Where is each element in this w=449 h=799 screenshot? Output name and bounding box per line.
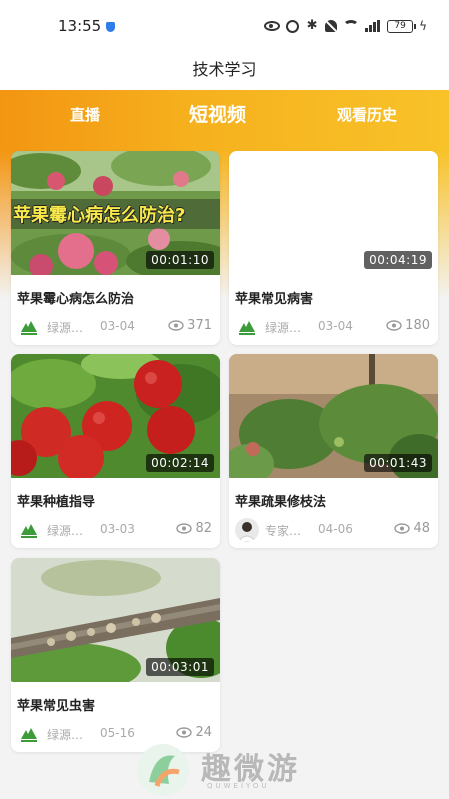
- video-meta: 绿源… 03-03 82: [11, 512, 220, 548]
- video-date: 04-06: [318, 522, 353, 536]
- video-views: 371: [168, 318, 212, 333]
- video-author: 绿源…: [47, 728, 84, 742]
- status-icons: ✱ 79 ϟ: [264, 17, 427, 35]
- video-date: 03-04: [318, 319, 353, 333]
- signal-icon: [365, 20, 381, 32]
- status-time: 13:55: [58, 17, 102, 35]
- view-count-icon: [168, 320, 184, 331]
- view-count-icon: [176, 523, 193, 534]
- video-duration: 00:01:43: [364, 454, 432, 472]
- view-count: 24: [195, 725, 212, 740]
- view-count-icon: [176, 727, 193, 738]
- watermark-logo-icon: [137, 744, 189, 796]
- video-meta: 绿源… 03-04 180: [229, 309, 438, 345]
- eye-icon: [264, 21, 281, 31]
- expert-avatar: [235, 518, 259, 542]
- video-card[interactable]: 00:01:43 苹果疏果修枝法 专家… 04-06 48: [229, 354, 438, 548]
- tab-watch-history[interactable]: 观看历史: [337, 92, 397, 138]
- video-thumbnail: 00:02:14: [11, 354, 220, 478]
- video-meta: 专家… 04-06 48: [229, 512, 438, 548]
- video-author: 专家…: [265, 524, 302, 538]
- thumbnail-caption: 苹果霉心病怎么防治?: [13, 205, 186, 226]
- video-date: 03-04: [100, 319, 135, 333]
- video-thumbnail: 00:03:01: [11, 558, 220, 682]
- tab-bar: 直播 短视频 观看历史: [0, 92, 449, 138]
- video-card[interactable]: 00:02:14 苹果种植指导 绿源… 03-03 82: [11, 354, 220, 548]
- alarm-icon: [286, 19, 300, 33]
- page-title: 技术学习: [192, 60, 257, 79]
- view-count: 82: [195, 521, 212, 536]
- video-views: 180: [386, 318, 430, 333]
- video-author: 绿源…: [47, 321, 84, 335]
- view-count: 180: [405, 318, 430, 333]
- channel-logo-icon: [17, 722, 41, 746]
- video-title: 苹果常见病害: [235, 292, 314, 307]
- app-header: 技术学习: [0, 52, 449, 90]
- status-bar: 13:55 ✱ 79 ϟ: [0, 0, 449, 52]
- video-title: 苹果常见虫害: [17, 699, 96, 714]
- video-title: 苹果霉心病怎么防治: [17, 292, 135, 307]
- shield-icon: [106, 22, 115, 32]
- battery-icon: 79: [387, 19, 417, 33]
- video-author: 绿源…: [47, 524, 84, 538]
- view-count: 48: [413, 521, 430, 536]
- video-meta: 绿源… 03-04 371: [11, 309, 220, 345]
- video-thumbnail: 00:01:43: [229, 354, 438, 478]
- tab-live[interactable]: 直播: [70, 92, 100, 138]
- video-duration: 00:04:19: [364, 251, 432, 269]
- view-count-icon: [394, 523, 411, 534]
- view-count-icon: [386, 320, 402, 331]
- bluetooth-icon: ✱: [306, 18, 318, 33]
- charging-icon: ϟ: [419, 19, 427, 33]
- video-views: 48: [394, 521, 430, 536]
- video-title: 苹果种植指导: [17, 495, 96, 510]
- site-watermark: 趣微游 QUWEIYOU: [135, 742, 335, 797]
- mute-icon: [325, 20, 338, 32]
- video-card[interactable]: 苹果霉心病怎么防治? 00:01:10 苹果霉心病怎么防治 绿源… 03-04 …: [11, 151, 220, 345]
- view-count: 371: [187, 318, 212, 333]
- tab-short-video[interactable]: 短视频: [189, 92, 246, 138]
- video-duration: 00:03:01: [146, 658, 214, 676]
- video-date: 05-16: [100, 726, 135, 740]
- video-views: 24: [176, 725, 212, 740]
- video-views: 82: [176, 521, 212, 536]
- video-title: 苹果疏果修枝法: [235, 495, 327, 510]
- video-author: 绿源…: [265, 321, 302, 335]
- watermark-subtext: QUWEIYOU: [207, 782, 270, 790]
- video-date: 03-03: [100, 522, 135, 536]
- channel-logo-icon: [235, 315, 259, 339]
- video-card[interactable]: 00:04:19 苹果常见病害 绿源… 03-04 180: [229, 151, 438, 345]
- wifi-icon: [343, 20, 360, 32]
- video-duration: 00:02:14: [146, 454, 214, 472]
- channel-logo-icon: [17, 518, 41, 542]
- channel-logo-icon: [17, 315, 41, 339]
- video-thumbnail: 苹果霉心病怎么防治? 00:01:10: [11, 151, 220, 275]
- video-duration: 00:01:10: [146, 251, 214, 269]
- video-card[interactable]: 00:03:01 苹果常见虫害 绿源… 05-16 24: [11, 558, 220, 752]
- video-thumbnail: 00:04:19: [229, 151, 438, 275]
